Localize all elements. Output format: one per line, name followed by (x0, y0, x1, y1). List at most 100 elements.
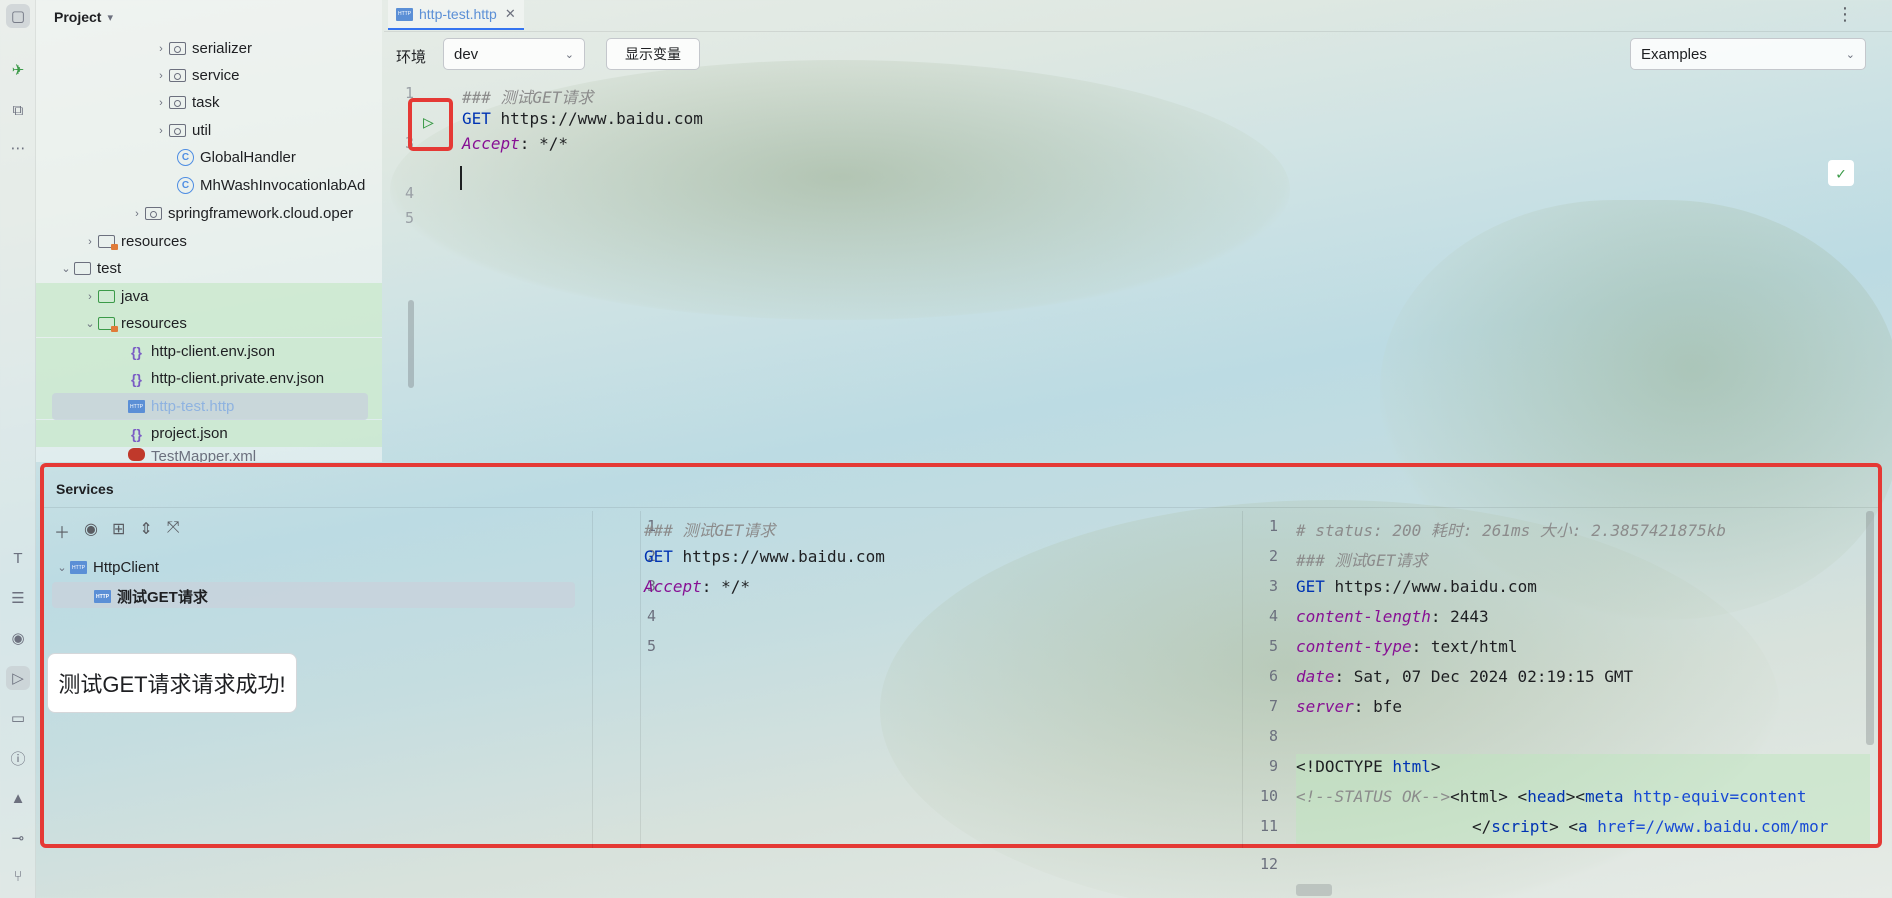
tree-item-label: http-test.http (151, 398, 235, 415)
warning-icon[interactable]: ▲ (6, 786, 30, 810)
problems-icon[interactable]: ⓘ (6, 746, 30, 770)
add-icon[interactable]: ＋ (54, 519, 70, 543)
services-toolbar: ＋ ◉ ⊞ ⇕ ⤧ (54, 519, 180, 543)
git-branch-icon[interactable]: ⑂ (6, 864, 30, 888)
chevron-down-icon[interactable]: ⌄ (58, 262, 74, 275)
tree-item[interactable]: › java (36, 283, 382, 310)
tree-item[interactable]: TestMapper.xml (36, 448, 382, 462)
chevron-right-icon[interactable]: › (82, 236, 98, 248)
chevron-down-icon[interactable]: ⌄ (54, 561, 70, 574)
chevron-down-icon: ⌄ (564, 48, 574, 61)
chevron-right-icon[interactable]: › (153, 125, 169, 137)
text-caret (460, 166, 462, 190)
response-header: content-type: text/html (1296, 637, 1518, 656)
tree-item[interactable]: › task (36, 89, 382, 116)
tree-item-selected[interactable]: HTTP http-test.http (52, 393, 368, 420)
tree-item-label: resources (121, 233, 187, 250)
show-variables-button[interactable]: 显示变量 (606, 38, 700, 70)
chevron-right-icon[interactable]: › (153, 70, 169, 82)
request-url: https://www.baidu.com (672, 547, 885, 566)
eye-icon[interactable]: ◉ (6, 626, 30, 650)
examples-select[interactable]: Examples ⌄ (1630, 38, 1866, 70)
tree-item-request[interactable]: HTTP 测试GET请求 (94, 586, 208, 607)
expand-all-icon[interactable]: ⇕ (139, 519, 152, 543)
tree-item[interactable]: › resources (36, 228, 382, 255)
tab-label: http-test.http (419, 6, 497, 22)
tree-item[interactable]: C GlobalHandler (36, 144, 382, 171)
plugin-icon[interactable]: ✈ (6, 58, 30, 82)
response-body-line: <!--STATUS OK--><html> <head><meta http-… (1296, 787, 1864, 806)
tree-item-label: util (192, 122, 212, 139)
tree-item[interactable]: ⌄ resources (36, 310, 382, 337)
line-number: 4 (1268, 607, 1278, 625)
tree-item[interactable]: › serializer (36, 35, 382, 62)
header-value: : Sat, 07 Dec 2024 02:19:15 GMT (1334, 667, 1634, 686)
structure-icon[interactable]: ⧉ (6, 98, 30, 122)
line-number: 4 (404, 184, 414, 202)
line-number: 8 (1268, 727, 1278, 745)
eye-icon[interactable]: ◉ (84, 519, 98, 543)
tree-item[interactable]: ⌄ test (36, 255, 382, 282)
package-icon (169, 42, 186, 55)
code-comment: ### 测试GET请求 (644, 521, 776, 540)
header-value: : text/html (1411, 637, 1518, 656)
http-editor[interactable]: 1 3 4 5 ▷ ### 测试GET请求 GET https://www.ba… (384, 78, 1854, 378)
header-name: content-type (1296, 637, 1412, 656)
services-panel: Services ＋ ◉ ⊞ ⇕ ⤧ ⌄ HTTP HttpClient HTT… (40, 463, 1882, 848)
services-icon[interactable]: ▷ (6, 666, 30, 690)
tree-item[interactable]: {} project.json (36, 420, 382, 447)
tree-item-label: java (121, 288, 149, 305)
tab-http-test[interactable]: HTTP http-test.http ✕ (388, 0, 524, 30)
chevron-right-icon[interactable]: › (82, 291, 98, 303)
tree-item[interactable]: › util (36, 117, 382, 144)
code-token: html (1392, 757, 1431, 776)
tree-item-label: service (192, 67, 240, 84)
services-title: Services (56, 481, 114, 497)
tree-item[interactable]: {} http-client.private.env.json (36, 365, 382, 392)
new-group-icon[interactable]: ⊞ (112, 519, 125, 543)
collapse-all-icon[interactable]: ⤧ (167, 519, 180, 543)
build-icon[interactable]: T (6, 546, 30, 570)
run-request-icon[interactable]: ▷ (423, 112, 434, 133)
chevron-right-icon[interactable]: › (153, 97, 169, 109)
code-token: > < (1549, 817, 1578, 836)
tree-item-httpclient[interactable]: ⌄ HTTP HttpClient (54, 559, 158, 576)
package-icon (169, 96, 186, 109)
chevron-down-icon[interactable]: ⌄ (82, 317, 98, 330)
project-panel: Project ▾ › serializer › service › task … (36, 0, 414, 462)
project-title: Project (54, 9, 102, 25)
tree-item[interactable]: {} http-client.env.json (36, 338, 382, 365)
tree-item[interactable]: › service (36, 62, 382, 89)
chevron-right-icon[interactable]: › (129, 208, 145, 220)
tree-item-label: http-client.private.env.json (151, 370, 325, 387)
more-icon[interactable]: ⋯ (6, 136, 30, 160)
tree-item-label: http-client.env.json (151, 343, 275, 360)
close-icon[interactable]: ✕ (505, 6, 516, 22)
more-options-icon[interactable]: ⋮ (1836, 4, 1854, 25)
xml-file-icon (128, 448, 145, 461)
header-value: : */* (701, 577, 750, 596)
chevron-right-icon[interactable]: › (153, 43, 169, 55)
line-number: 5 (1268, 637, 1278, 655)
scrollbar[interactable] (1866, 511, 1874, 745)
tree-item[interactable]: › springframework.cloud.oper (36, 200, 382, 227)
horizontal-scrollbar[interactable] (1296, 884, 1332, 896)
commit-icon[interactable]: ⊸ (6, 826, 30, 850)
json-file-icon: {} (131, 343, 142, 360)
http-method: GET (462, 109, 491, 128)
project-header[interactable]: Project ▾ (54, 6, 113, 28)
editor-tab-bar: HTTP http-test.http ✕ ⋮ (384, 0, 1892, 32)
database-icon[interactable]: ☰ (6, 586, 30, 610)
examples-select-value: Examples (1641, 45, 1707, 63)
env-select[interactable]: dev ⌄ (443, 38, 585, 70)
header-value: : bfe (1353, 697, 1402, 716)
line-number: 12 (1259, 855, 1278, 873)
header-value: : */* (519, 134, 568, 153)
code-request-line: GET https://www.baidu.com (1296, 577, 1537, 596)
response-header: server: bfe (1296, 697, 1402, 716)
chevron-down-icon: ⌄ (1845, 48, 1855, 61)
terminal-icon[interactable]: ▭ (6, 706, 30, 730)
folder-icon[interactable]: ▢ (6, 4, 30, 28)
header-name: Accept (462, 134, 520, 153)
tree-item[interactable]: C MhWashInvocationlabAd (36, 172, 382, 199)
